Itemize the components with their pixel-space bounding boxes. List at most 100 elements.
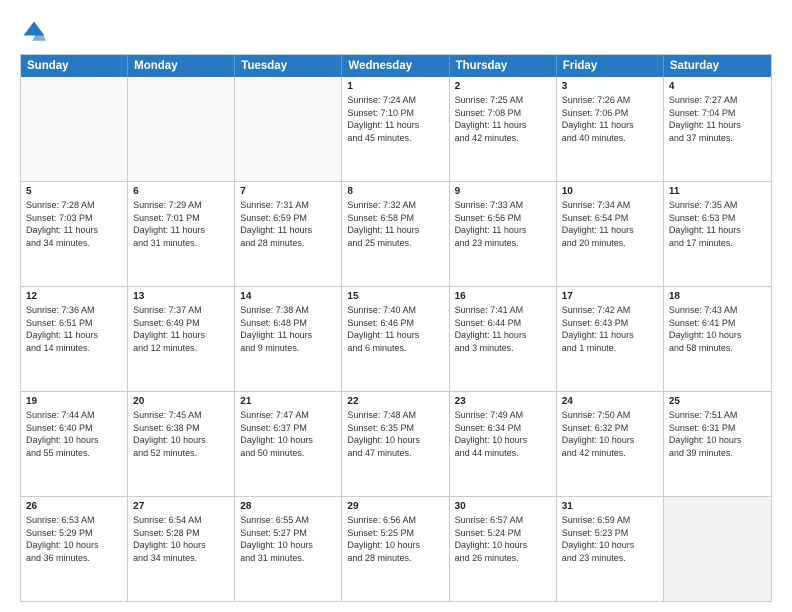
weekday-header: Thursday	[450, 55, 557, 77]
calendar-cell	[235, 77, 342, 181]
cell-info: Sunrise: 7:49 AMSunset: 6:34 PMDaylight:…	[455, 409, 551, 459]
weekday-header: Sunday	[21, 55, 128, 77]
day-number: 7	[240, 186, 336, 197]
day-number: 10	[562, 186, 658, 197]
calendar-cell: 13 Sunrise: 7:37 AMSunset: 6:49 PMDayligh…	[128, 287, 235, 391]
calendar-cell: 20Sunrise: 7:45 AMSunset: 6:38 PMDayligh…	[128, 392, 235, 496]
calendar-row: 5 Sunrise: 7:28 AMSunset: 7:03 PMDaylight…	[21, 182, 771, 287]
cell-info: Sunrise: 7:36 AMSunset: 6:51 PMDaylight:…	[26, 304, 122, 354]
day-number: 28	[240, 501, 336, 512]
cell-info: Sunrise: 6:56 AMSunset: 5:25 PMDaylight:…	[347, 514, 443, 564]
day-number: 6	[133, 186, 229, 197]
day-number: 29	[347, 501, 443, 512]
day-number: 23	[455, 396, 551, 407]
day-number: 26	[26, 501, 122, 512]
day-number: 8	[347, 186, 443, 197]
weekday-header: Tuesday	[235, 55, 342, 77]
cell-info: Sunrise: 7:24 AMSunset: 7:10 PMDaylight:…	[347, 94, 443, 144]
cell-info: Sunrise: 7:38 AMSunset: 6:48 PMDaylight:…	[240, 304, 336, 354]
calendar-body: 1 Sunrise: 7:24 AMSunset: 7:10 PMDaylight…	[21, 77, 771, 601]
day-number: 4	[669, 81, 766, 92]
calendar-row: 1 Sunrise: 7:24 AMSunset: 7:10 PMDaylight…	[21, 77, 771, 182]
cell-info: Sunrise: 6:55 AMSunset: 5:27 PMDaylight:…	[240, 514, 336, 564]
day-number: 31	[562, 501, 658, 512]
calendar-row: 19 Sunrise: 7:44 AMSunset: 6:40 PMDayligh…	[21, 392, 771, 497]
day-number: 20	[133, 396, 229, 407]
day-number: 19	[26, 396, 122, 407]
calendar-cell: 24Sunrise: 7:50 AMSunset: 6:32 PMDayligh…	[557, 392, 664, 496]
calendar-cell: 9 Sunrise: 7:33 AMSunset: 6:56 PMDaylight…	[450, 182, 557, 286]
calendar-cell: 7 Sunrise: 7:31 AMSunset: 6:59 PMDaylight…	[235, 182, 342, 286]
day-number: 22	[347, 396, 443, 407]
cell-info: Sunrise: 7:33 AMSunset: 6:56 PMDaylight:…	[455, 199, 551, 249]
calendar-cell: 25Sunrise: 7:51 AMSunset: 6:31 PMDayligh…	[664, 392, 771, 496]
calendar-cell: 23 Sunrise: 7:49 AMSunset: 6:34 PMDayligh…	[450, 392, 557, 496]
cell-info: Sunrise: 6:54 AMSunset: 5:28 PMDaylight:…	[133, 514, 229, 564]
day-number: 13	[133, 291, 229, 302]
day-number: 24	[562, 396, 658, 407]
calendar-cell: 15 Sunrise: 7:40 AMSunset: 6:46 PMDayligh…	[342, 287, 449, 391]
cell-info: Sunrise: 7:34 AMSunset: 6:54 PMDaylight:…	[562, 199, 658, 249]
day-number: 3	[562, 81, 658, 92]
day-number: 1	[347, 81, 443, 92]
calendar-cell: 29 Sunrise: 6:56 AMSunset: 5:25 PMDayligh…	[342, 497, 449, 601]
day-number: 21	[240, 396, 336, 407]
cell-info: Sunrise: 7:41 AMSunset: 6:44 PMDaylight:…	[455, 304, 551, 354]
day-number: 16	[455, 291, 551, 302]
logo	[20, 18, 52, 46]
cell-info: Sunrise: 7:48 AMSunset: 6:35 PMDaylight:…	[347, 409, 443, 459]
day-number: 12	[26, 291, 122, 302]
weekday-header: Wednesday	[342, 55, 449, 77]
calendar-cell	[128, 77, 235, 181]
cell-info: Sunrise: 7:26 AMSunset: 7:06 PMDaylight:…	[562, 94, 658, 144]
day-number: 5	[26, 186, 122, 197]
calendar-cell: 16 Sunrise: 7:41 AMSunset: 6:44 PMDayligh…	[450, 287, 557, 391]
weekday-header: Friday	[557, 55, 664, 77]
calendar-cell: 31Sunrise: 6:59 AMSunset: 5:23 PMDayligh…	[557, 497, 664, 601]
day-number: 2	[455, 81, 551, 92]
cell-info: Sunrise: 7:47 AMSunset: 6:37 PMDaylight:…	[240, 409, 336, 459]
cell-info: Sunrise: 7:44 AMSunset: 6:40 PMDaylight:…	[26, 409, 122, 459]
day-number: 14	[240, 291, 336, 302]
calendar-cell: 14 Sunrise: 7:38 AMSunset: 6:48 PMDayligh…	[235, 287, 342, 391]
cell-info: Sunrise: 7:42 AMSunset: 6:43 PMDaylight:…	[562, 304, 658, 354]
day-number: 15	[347, 291, 443, 302]
calendar-cell: 27Sunrise: 6:54 AMSunset: 5:28 PMDayligh…	[128, 497, 235, 601]
calendar-cell: 22 Sunrise: 7:48 AMSunset: 6:35 PMDayligh…	[342, 392, 449, 496]
calendar-cell	[21, 77, 128, 181]
calendar-cell: 2Sunrise: 7:25 AMSunset: 7:08 PMDaylight…	[450, 77, 557, 181]
calendar-header: SundayMondayTuesdayWednesdayThursdayFrid…	[21, 55, 771, 77]
calendar-cell: 1 Sunrise: 7:24 AMSunset: 7:10 PMDaylight…	[342, 77, 449, 181]
calendar-cell: 10 Sunrise: 7:34 AMSunset: 6:54 PMDayligh…	[557, 182, 664, 286]
calendar-cell: 21 Sunrise: 7:47 AMSunset: 6:37 PMDayligh…	[235, 392, 342, 496]
calendar-cell	[664, 497, 771, 601]
day-number: 11	[669, 186, 766, 197]
cell-info: Sunrise: 7:37 AMSunset: 6:49 PMDaylight:…	[133, 304, 229, 354]
day-number: 25	[669, 396, 766, 407]
calendar: SundayMondayTuesdayWednesdayThursdayFrid…	[20, 54, 772, 602]
day-number: 9	[455, 186, 551, 197]
header	[20, 18, 772, 46]
calendar-cell: 11 Sunrise: 7:35 AMSunset: 6:53 PMDayligh…	[664, 182, 771, 286]
cell-info: Sunrise: 7:28 AMSunset: 7:03 PMDaylight:…	[26, 199, 122, 249]
calendar-cell: 26Sunrise: 6:53 AMSunset: 5:29 PMDayligh…	[21, 497, 128, 601]
calendar-cell: 6Sunrise: 7:29 AMSunset: 7:01 PMDaylight…	[128, 182, 235, 286]
calendar-cell: 30Sunrise: 6:57 AMSunset: 5:24 PMDayligh…	[450, 497, 557, 601]
calendar-cell: 8 Sunrise: 7:32 AMSunset: 6:58 PMDaylight…	[342, 182, 449, 286]
cell-info: Sunrise: 7:32 AMSunset: 6:58 PMDaylight:…	[347, 199, 443, 249]
day-number: 18	[669, 291, 766, 302]
weekday-header: Saturday	[664, 55, 771, 77]
cell-info: Sunrise: 7:35 AMSunset: 6:53 PMDaylight:…	[669, 199, 766, 249]
calendar-row: 26Sunrise: 6:53 AMSunset: 5:29 PMDayligh…	[21, 497, 771, 601]
calendar-cell: 28 Sunrise: 6:55 AMSunset: 5:27 PMDayligh…	[235, 497, 342, 601]
cell-info: Sunrise: 6:57 AMSunset: 5:24 PMDaylight:…	[455, 514, 551, 564]
calendar-cell: 4Sunrise: 7:27 AMSunset: 7:04 PMDaylight…	[664, 77, 771, 181]
cell-info: Sunrise: 7:40 AMSunset: 6:46 PMDaylight:…	[347, 304, 443, 354]
calendar-cell: 5 Sunrise: 7:28 AMSunset: 7:03 PMDaylight…	[21, 182, 128, 286]
day-number: 17	[562, 291, 658, 302]
calendar-cell: 18Sunrise: 7:43 AMSunset: 6:41 PMDayligh…	[664, 287, 771, 391]
calendar-row: 12 Sunrise: 7:36 AMSunset: 6:51 PMDayligh…	[21, 287, 771, 392]
calendar-cell: 12 Sunrise: 7:36 AMSunset: 6:51 PMDayligh…	[21, 287, 128, 391]
cell-info: Sunrise: 7:31 AMSunset: 6:59 PMDaylight:…	[240, 199, 336, 249]
calendar-cell: 19 Sunrise: 7:44 AMSunset: 6:40 PMDayligh…	[21, 392, 128, 496]
